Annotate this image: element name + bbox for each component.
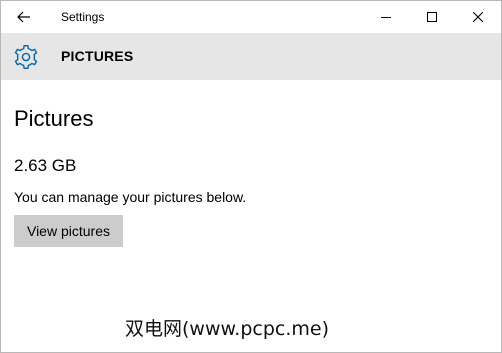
- back-button[interactable]: [1, 1, 47, 33]
- window-title: Settings: [61, 10, 105, 24]
- minimize-icon: [381, 17, 391, 18]
- header-title: PICTURES: [61, 48, 134, 64]
- maximize-button[interactable]: [409, 1, 455, 33]
- watermark-text: 双电网(www.pcpc.me): [125, 318, 329, 340]
- settings-window: Settings PICTURES Pictures 2.63 GB You c…: [0, 0, 502, 353]
- page-header: PICTURES: [1, 33, 501, 80]
- storage-size: 2.63 GB: [14, 156, 77, 175]
- minimize-button[interactable]: [363, 1, 409, 33]
- close-icon: [473, 12, 483, 22]
- view-pictures-button[interactable]: View pictures: [14, 215, 123, 247]
- page-title: Pictures: [14, 106, 94, 131]
- title-bar: Settings: [1, 1, 501, 33]
- maximize-icon: [427, 12, 437, 22]
- description-text: You can manage your pictures below.: [14, 189, 247, 205]
- back-arrow-icon: [17, 11, 30, 23]
- close-button[interactable]: [455, 1, 501, 33]
- gear-icon: [14, 45, 38, 69]
